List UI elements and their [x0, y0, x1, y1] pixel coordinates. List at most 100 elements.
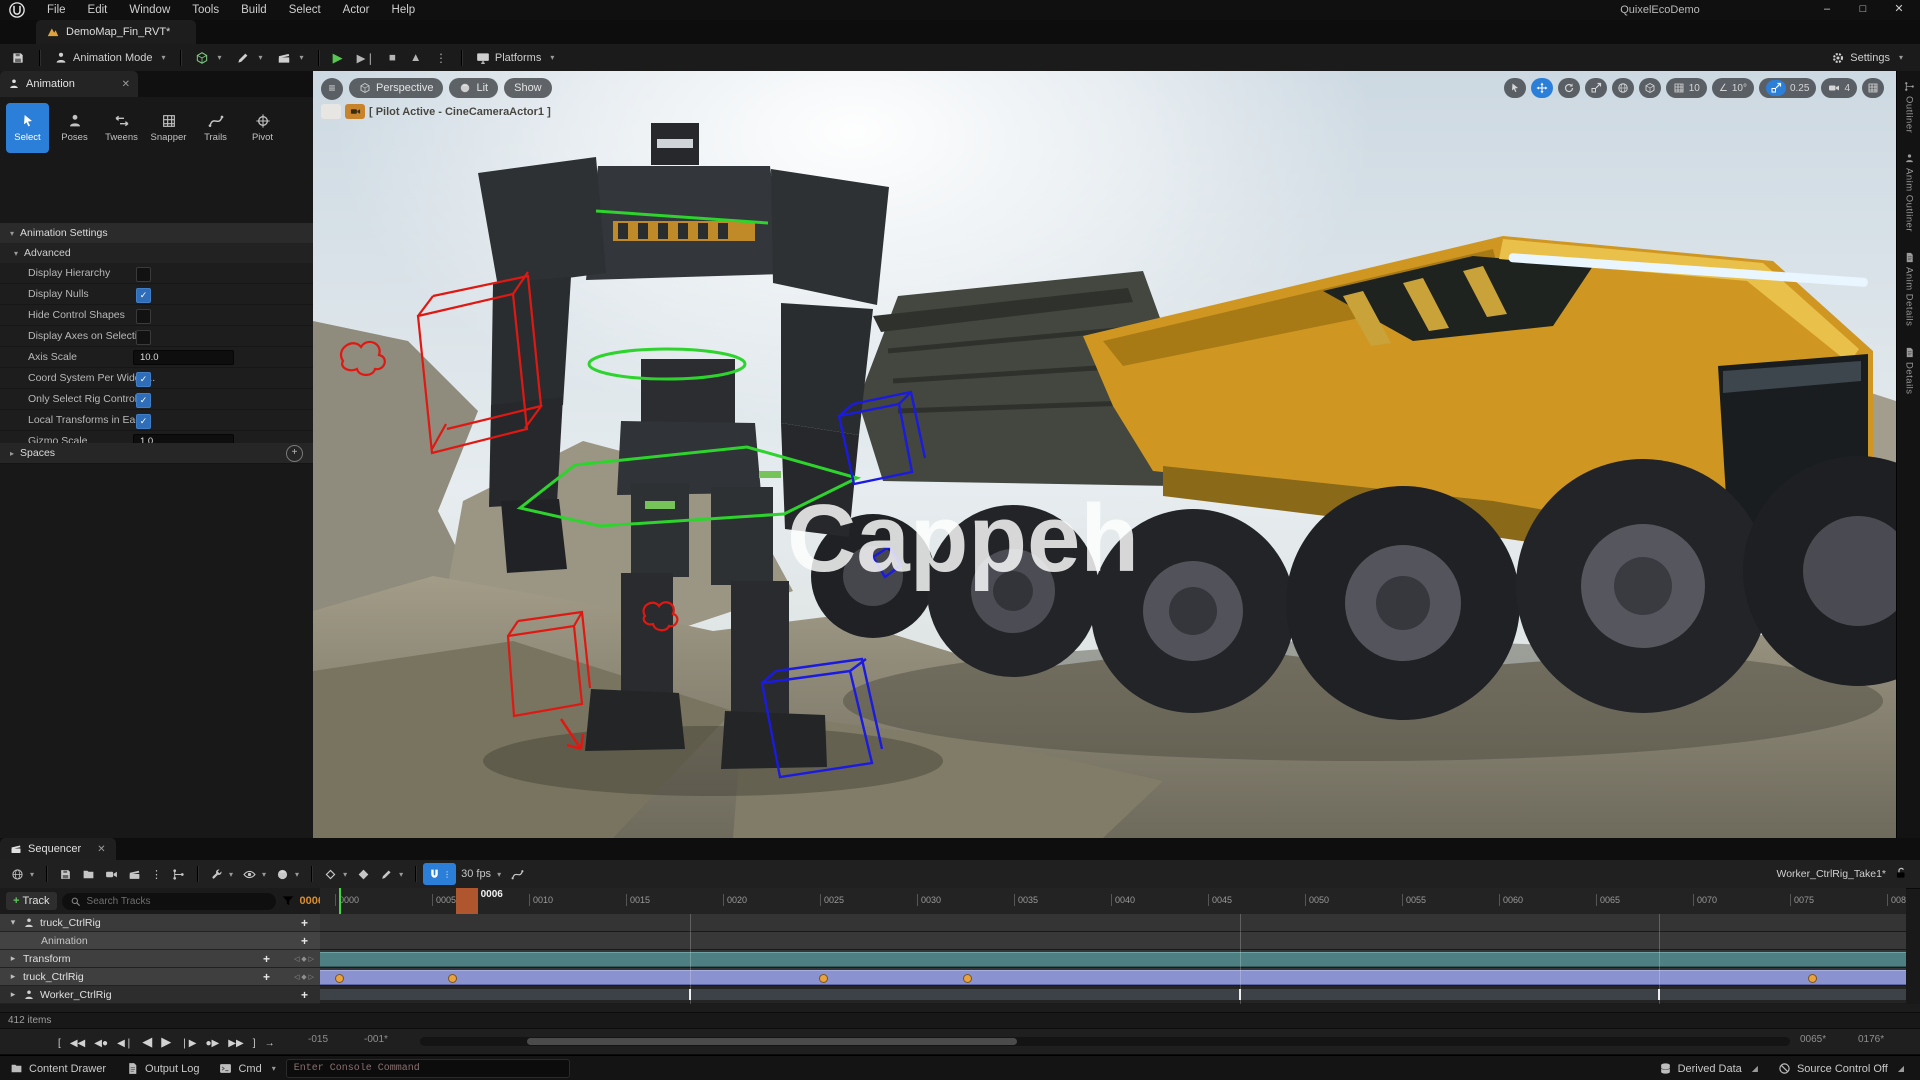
- level-tab[interactable]: DemoMap_Fin_RVT*: [36, 20, 196, 44]
- cinematics-dropdown[interactable]: ▾: [270, 47, 311, 69]
- keyframe-button[interactable]: [352, 863, 375, 885]
- previous-key-button[interactable]: ◀●: [91, 1031, 111, 1056]
- sequencer-tab[interactable]: Sequencer ✕: [0, 838, 116, 860]
- track-search-input[interactable]: [85, 895, 268, 908]
- text-field[interactable]: 10.0: [133, 350, 234, 365]
- checkbox[interactable]: ✓: [136, 393, 151, 408]
- platforms-dropdown[interactable]: Platforms ▾: [469, 47, 561, 69]
- add-space-button[interactable]: +: [286, 445, 303, 462]
- save-sequence-button[interactable]: [54, 863, 77, 885]
- cmd-dropdown[interactable]: Cmd ▾: [209, 1056, 285, 1080]
- jump-to-end-button[interactable]: ▶▶: [225, 1031, 246, 1056]
- add-section-button[interactable]: +: [301, 988, 308, 1002]
- right-tab-anim-details[interactable]: Anim Details: [1897, 242, 1920, 336]
- playhead-marker[interactable]: [456, 888, 478, 914]
- track-lane-animation[interactable]: [320, 932, 1906, 950]
- range-field-view-start[interactable]: -001*: [364, 1034, 388, 1045]
- range-field-end[interactable]: 0176*: [1858, 1034, 1884, 1045]
- checkbox[interactable]: [136, 309, 151, 324]
- actions-dropdown[interactable]: ▾: [205, 863, 238, 885]
- right-tab-anim-outliner[interactable]: Anim Outliner: [1897, 143, 1920, 242]
- range-start-button[interactable]: [: [55, 1031, 64, 1056]
- keyframe-marker[interactable]: [1808, 974, 1817, 983]
- track-row-truck_ctrlrig[interactable]: ▾truck_CtrlRig+: [0, 914, 320, 932]
- blueprints-dropdown[interactable]: ▾: [229, 47, 270, 69]
- lit-dropdown[interactable]: Lit: [449, 78, 498, 98]
- track-lanes[interactable]: [320, 914, 1906, 1004]
- next-key-button[interactable]: ●▶: [203, 1031, 223, 1056]
- checkbox[interactable]: ✓: [136, 288, 151, 303]
- next-frame-button[interactable]: ❘▶: [177, 1031, 199, 1056]
- grid-snap-button[interactable]: 10: [1666, 78, 1707, 98]
- add-section-button[interactable]: +: [263, 970, 270, 984]
- right-tab-details[interactable]: Details: [1897, 337, 1920, 405]
- editor-mode-dropdown[interactable]: Animation Mode ▾: [47, 47, 173, 69]
- section-animation-settings[interactable]: ▾ Animation Settings: [0, 223, 313, 244]
- viewport-menu-button[interactable]: ≡: [321, 78, 343, 100]
- content-drawer-button[interactable]: Content Drawer: [0, 1056, 116, 1080]
- checkbox[interactable]: ✓: [136, 372, 151, 387]
- rotation-snap-button[interactable]: ∠ 10°: [1712, 78, 1754, 98]
- track-row-worker_ctrlrig[interactable]: ▸Worker_CtrlRig+: [0, 986, 320, 1004]
- expander-icon[interactable]: ▸: [8, 953, 18, 964]
- source-control-button[interactable]: Source Control Off ◢: [1768, 1056, 1914, 1080]
- mode-button-pivot[interactable]: Pivot: [241, 103, 284, 153]
- maximize-viewport-button[interactable]: [1862, 78, 1884, 98]
- rotate-tool-button[interactable]: [1558, 78, 1580, 98]
- jump-to-front-button[interactable]: ◀◀: [67, 1031, 88, 1056]
- camera-speed-button[interactable]: 4: [1821, 78, 1857, 98]
- play-button[interactable]: ▶: [326, 47, 350, 69]
- checkbox[interactable]: [136, 330, 151, 345]
- filter-icon[interactable]: [281, 894, 295, 908]
- play-forward-button[interactable]: ▶: [158, 1029, 174, 1054]
- right-tab-outliner[interactable]: Outliner: [1897, 71, 1920, 143]
- menu-item-help[interactable]: Help: [381, 0, 427, 20]
- timeline-ruler[interactable]: 0000000500100015002000250030003500400045…: [320, 888, 1906, 915]
- expander-icon[interactable]: ▾: [8, 917, 18, 928]
- mode-button-tweens[interactable]: Tweens: [100, 103, 143, 153]
- mode-button-poses[interactable]: Poses: [53, 103, 96, 153]
- range-end-button[interactable]: ]: [250, 1031, 259, 1056]
- keyframe-marker[interactable]: [963, 974, 972, 983]
- pilot-toggle-button[interactable]: [321, 104, 341, 119]
- track-lane-truck_ctrlrig[interactable]: [320, 914, 1906, 932]
- view-options-dropdown[interactable]: ▾: [238, 863, 271, 885]
- track-row-transform[interactable]: ▸Transform+◁ ◆ ▷: [0, 950, 320, 968]
- key-navigation-buttons[interactable]: ◁ ◆ ▷: [294, 973, 314, 981]
- animation-tab[interactable]: Animation ✕: [0, 71, 138, 97]
- sequence-picker-dropdown[interactable]: ▾: [6, 863, 39, 885]
- track-search-box[interactable]: [62, 893, 276, 910]
- expander-icon[interactable]: ▸: [8, 971, 18, 982]
- add-section-button[interactable]: +: [263, 952, 270, 966]
- minimize-button[interactable]: –: [1810, 0, 1844, 20]
- save-level-button[interactable]: [4, 47, 32, 69]
- launch-button[interactable]: ▲: [403, 47, 428, 69]
- range-field-view-end[interactable]: 0065*: [1800, 1034, 1826, 1045]
- track-row-truck_ctrlrig[interactable]: ▸truck_CtrlRig+◁ ◆ ▷: [0, 968, 320, 986]
- console-command-input[interactable]: [286, 1059, 570, 1078]
- section-advanced[interactable]: ▾ Advanced: [0, 243, 313, 264]
- checkbox[interactable]: [136, 267, 151, 282]
- surface-snapping-button[interactable]: [1639, 78, 1661, 98]
- curve-editor-button[interactable]: [506, 863, 529, 885]
- track-lane-worker_ctrlrig[interactable]: [320, 986, 1906, 1004]
- menu-item-build[interactable]: Build: [230, 0, 278, 20]
- keyframe-marker[interactable]: [335, 974, 344, 983]
- hierarchy-button[interactable]: [167, 863, 190, 885]
- add-track-button[interactable]: + Track: [6, 892, 57, 910]
- keyframe-marker[interactable]: [819, 974, 828, 983]
- loop-toggle-button[interactable]: →: [262, 1031, 278, 1056]
- more-options-button[interactable]: ⋮: [146, 863, 167, 885]
- autokey-dropdown[interactable]: ▾: [319, 863, 352, 885]
- key-navigation-buttons[interactable]: ◁ ◆ ▷: [294, 955, 314, 963]
- track-row-animation[interactable]: Animation+: [0, 932, 320, 950]
- scale-tool-button[interactable]: [1585, 78, 1607, 98]
- menu-item-window[interactable]: Window: [118, 0, 181, 20]
- menu-item-edit[interactable]: Edit: [77, 0, 119, 20]
- render-movie-button[interactable]: [123, 863, 146, 885]
- find-in-browser-button[interactable]: [77, 863, 100, 885]
- checkbox[interactable]: ✓: [136, 414, 151, 429]
- keyframe-marker[interactable]: [448, 974, 457, 983]
- play-reverse-button[interactable]: ◀: [139, 1029, 155, 1054]
- select-tool-button[interactable]: [1504, 78, 1526, 98]
